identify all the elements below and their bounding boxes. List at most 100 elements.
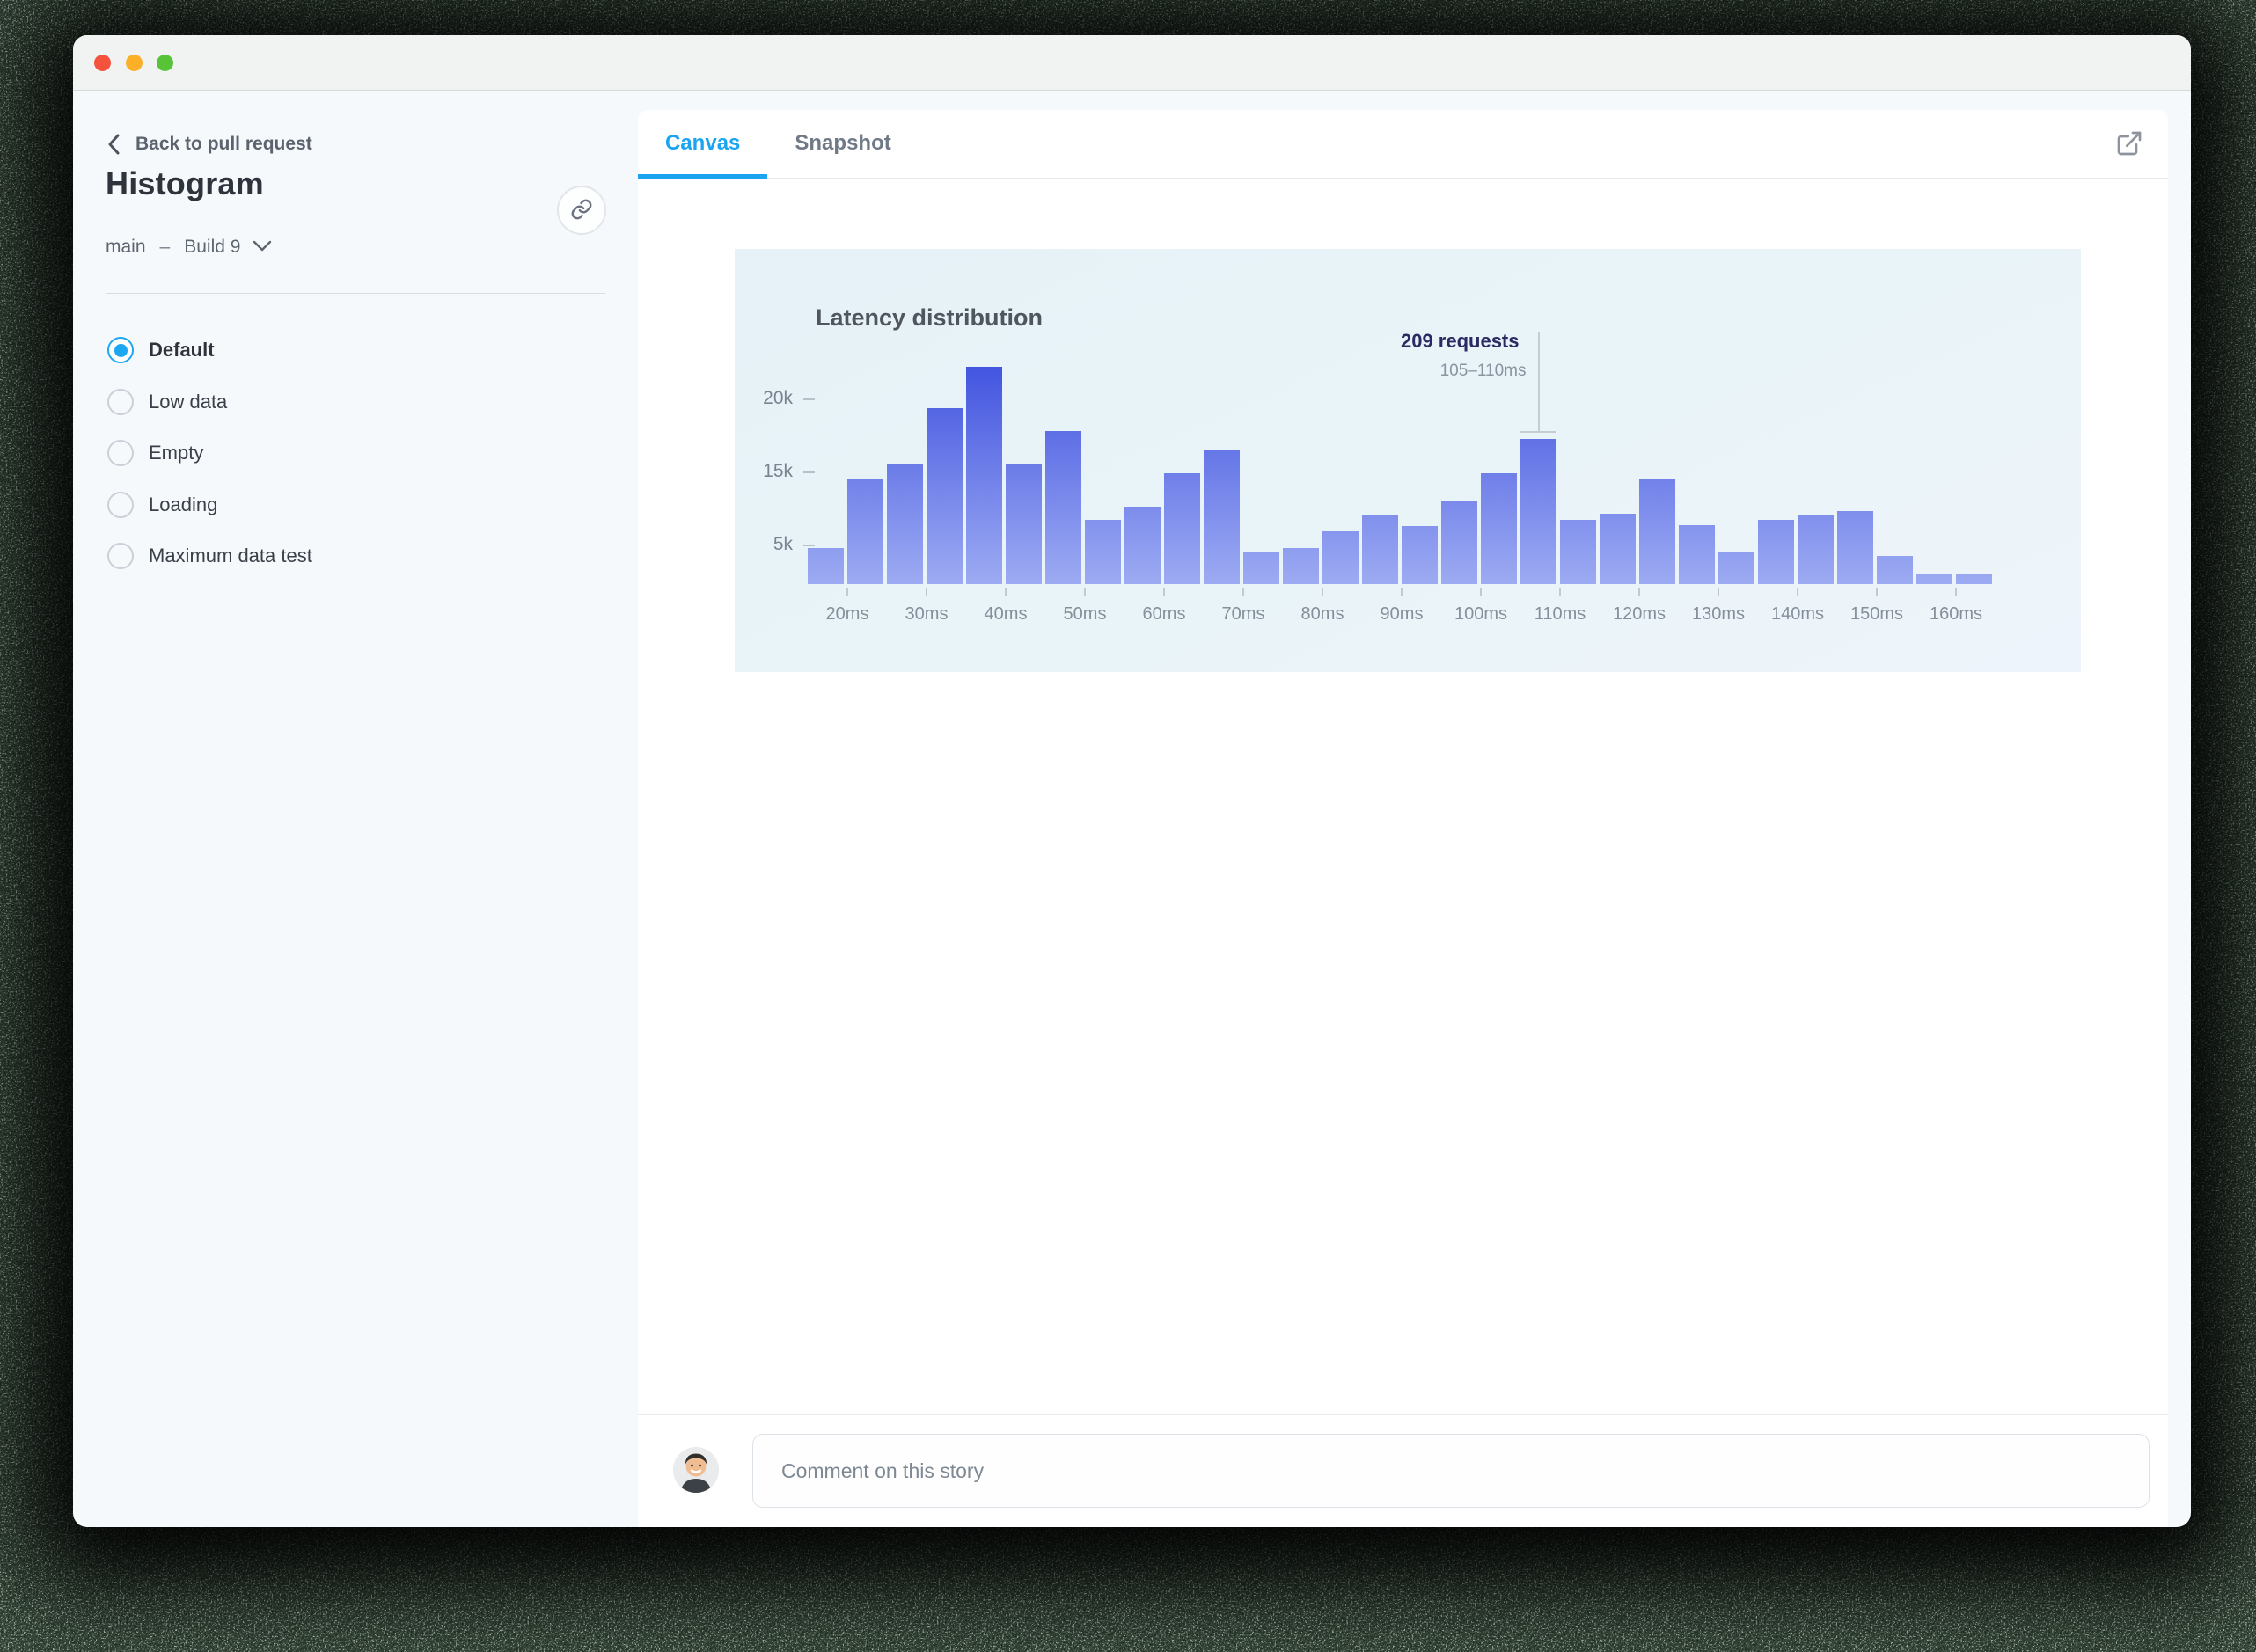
y-axis-tick-label: 20k	[763, 388, 793, 408]
histogram-bar[interactable]	[887, 464, 923, 584]
tab-snapshot[interactable]: Snapshot	[767, 110, 918, 178]
x-axis-tick-mark	[1242, 588, 1244, 596]
histogram-bar[interactable]	[1916, 574, 1952, 584]
traffic-light-minimize-button[interactable]	[126, 55, 143, 71]
histogram-bar[interactable]	[1600, 514, 1636, 584]
x-axis-tick-mark	[1005, 588, 1007, 596]
canvas-panel: Canvas Snapshot Latency distribution 209…	[638, 110, 2168, 1527]
story-variant-label: Loading	[149, 493, 218, 515]
back-to-pull-request-link[interactable]: Back to pull request	[106, 128, 312, 160]
story-title: Histogram	[106, 165, 264, 201]
histogram-bar[interactable]	[966, 367, 1002, 584]
x-axis-tick-mark	[1718, 588, 1719, 596]
histogram-bar[interactable]	[1956, 574, 1992, 584]
comment-input[interactable]	[752, 1434, 2150, 1508]
histogram-bar[interactable]	[1164, 473, 1200, 584]
histogram-bar[interactable]	[1560, 520, 1596, 584]
x-axis-tick-mark	[1559, 588, 1561, 596]
y-axis-tick-label: 5k	[773, 534, 793, 554]
x-axis-tick-label: 20ms	[825, 604, 869, 624]
tab-snapshot-label: Snapshot	[795, 131, 891, 155]
build-name: Build 9	[184, 237, 241, 257]
x-axis-tick-label: 70ms	[1221, 604, 1265, 624]
traffic-light-close-button[interactable]	[94, 55, 111, 71]
story-variant-label: Low data	[149, 390, 228, 413]
histogram-bar[interactable]	[1322, 531, 1359, 584]
radio-icon	[107, 440, 134, 467]
tooltip-pointer-cap	[1520, 431, 1556, 433]
window-content: Back to pull request Histogram main – Bu…	[73, 91, 2191, 1527]
y-axis-tick-label: 15k	[763, 461, 793, 481]
story-variant-label: Empty	[149, 442, 204, 464]
branch-build-selector[interactable]: main – Build 9	[106, 234, 272, 260]
x-axis-tick-label: 50ms	[1063, 604, 1107, 624]
chart-plot-area: 209 requests 105–110ms 20k 15k 5k 20ms 30ms 4…	[735, 249, 2081, 672]
histogram-bar[interactable]	[1283, 548, 1319, 584]
x-axis-tick-label: 80ms	[1300, 604, 1344, 624]
branch-name: main	[106, 237, 146, 257]
x-axis-tick-label: 60ms	[1142, 604, 1186, 624]
story-variant-option[interactable]: Loading	[107, 479, 600, 531]
story-variant-label: Default	[149, 339, 215, 362]
x-axis-tick-label: 120ms	[1612, 604, 1666, 624]
histogram-bar[interactable]	[1006, 464, 1042, 584]
histogram-bar[interactable]	[927, 408, 963, 584]
branch-build-separator: –	[159, 237, 171, 257]
radio-icon	[107, 388, 134, 415]
x-axis-tick-label: 110ms	[1534, 604, 1586, 624]
story-variant-option[interactable]: Low data	[107, 376, 600, 428]
copy-link-button[interactable]	[557, 186, 606, 235]
story-variant-list: Default Low data Empty Loading Maximum d…	[107, 325, 600, 582]
histogram-bar[interactable]	[1124, 507, 1161, 584]
histogram-bar[interactable]	[1481, 473, 1517, 584]
tab-canvas[interactable]: Canvas	[638, 110, 768, 179]
histogram-bar[interactable]	[1758, 520, 1794, 584]
story-variant-option[interactable]: Maximum data test	[107, 530, 600, 582]
x-axis-tick-mark	[1797, 588, 1798, 596]
app-window: Back to pull request Histogram main – Bu…	[73, 35, 2191, 1527]
histogram-bar[interactable]	[1877, 556, 1913, 584]
histogram-bar[interactable]	[847, 479, 883, 584]
story-variant-option[interactable]: Empty	[107, 428, 600, 479]
histogram-bar[interactable]	[1639, 479, 1675, 584]
histogram-bar[interactable]	[1679, 525, 1715, 584]
histogram-bar[interactable]	[1718, 552, 1754, 584]
histogram-bar[interactable]	[1441, 501, 1477, 584]
x-axis-tick-mark	[1401, 588, 1403, 596]
x-axis-tick-label: 90ms	[1380, 604, 1424, 624]
tooltip-value: 209 requests	[1400, 330, 1520, 352]
histogram-bar[interactable]	[1243, 552, 1279, 584]
traffic-light-zoom-button[interactable]	[157, 55, 173, 71]
radio-icon	[107, 337, 134, 364]
histogram-bar[interactable]	[1837, 511, 1873, 584]
y-axis-tick-mark	[803, 545, 815, 546]
x-axis-tick-mark	[1955, 588, 1957, 596]
back-link-label: Back to pull request	[136, 134, 312, 154]
x-axis-tick-label: 140ms	[1770, 604, 1825, 624]
tab-bar: Canvas Snapshot	[638, 110, 2168, 179]
histogram-bar[interactable]	[1798, 515, 1834, 584]
histogram-bar[interactable]	[1045, 431, 1081, 584]
comment-section	[638, 1414, 2168, 1527]
histogram-bar[interactable]	[1085, 520, 1121, 584]
tooltip-pointer-line	[1537, 332, 1540, 432]
y-axis-tick-mark	[803, 471, 815, 473]
x-axis-tick-label: 160ms	[1929, 604, 1983, 624]
x-axis-tick-mark	[846, 588, 848, 596]
histogram-bar[interactable]	[1402, 526, 1438, 584]
histogram-bar[interactable]	[1362, 515, 1398, 584]
radio-icon	[107, 491, 134, 518]
tab-canvas-label: Canvas	[665, 131, 741, 155]
histogram-bar[interactable]	[808, 548, 844, 584]
x-axis-tick-label: 100ms	[1454, 604, 1508, 624]
x-axis-tick-mark	[926, 588, 927, 596]
histogram-bar[interactable]	[1204, 450, 1240, 584]
x-axis-tick-label: 30ms	[905, 604, 949, 624]
x-axis-tick-mark	[1876, 588, 1878, 596]
histogram-bar[interactable]	[1520, 439, 1556, 584]
x-axis-tick-mark	[1084, 588, 1086, 596]
story-variant-label: Maximum data test	[149, 545, 312, 567]
story-variant-option[interactable]: Default	[107, 325, 600, 376]
chevron-down-icon	[249, 237, 272, 258]
open-in-new-window-button[interactable]	[2113, 128, 2145, 160]
